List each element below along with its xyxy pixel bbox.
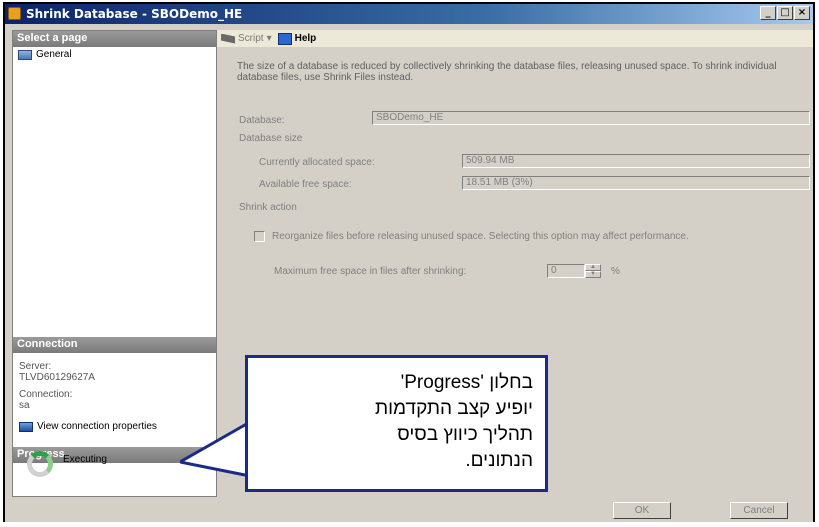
stepper-up-icon[interactable]: ▲ bbox=[585, 264, 601, 271]
connection-value: sa bbox=[19, 400, 30, 411]
help-button[interactable]: Help bbox=[277, 32, 317, 45]
allocated-space-label: Currently allocated space: bbox=[259, 157, 375, 168]
max-free-space-stepper[interactable]: 0 ▲ ▼ bbox=[547, 264, 601, 278]
max-free-space-label: Maximum free space in files after shrink… bbox=[274, 266, 467, 277]
progress-status-label: Executing bbox=[63, 453, 107, 465]
script-button[interactable]: Script ▾ bbox=[221, 33, 272, 44]
percent-label: % bbox=[611, 266, 620, 277]
allocated-space-field: 509.94 MB bbox=[462, 154, 810, 168]
shrink-action-label: Shrink action bbox=[239, 202, 297, 213]
page-item-label: General bbox=[36, 49, 72, 60]
view-connection-label: View connection properties bbox=[37, 421, 157, 432]
window-title: Shrink Database - SBODemo_HE bbox=[26, 7, 243, 21]
script-icon bbox=[221, 33, 235, 44]
general-page-icon bbox=[18, 49, 32, 60]
toolbar: Script ▾ Help bbox=[217, 30, 813, 47]
callout-pointer-shape bbox=[180, 420, 252, 478]
progress-status: Executing bbox=[27, 451, 107, 477]
database-label: Database: bbox=[239, 115, 285, 126]
connection-header: Connection bbox=[13, 337, 216, 353]
reorganize-checkbox[interactable] bbox=[254, 231, 265, 242]
max-free-space-value[interactable]: 0 bbox=[547, 264, 585, 278]
app-icon bbox=[8, 7, 21, 20]
maximize-button[interactable]: □ bbox=[777, 6, 793, 20]
database-field: SBODemo_HE bbox=[372, 111, 810, 125]
button-bar: OK Cancel bbox=[5, 498, 813, 522]
progress-spinner-icon bbox=[27, 451, 53, 477]
callout-pointer bbox=[180, 420, 252, 478]
cancel-button[interactable]: Cancel bbox=[730, 502, 788, 519]
script-label: Script bbox=[238, 33, 264, 44]
reorganize-label: Reorganize files before releasing unused… bbox=[272, 231, 689, 242]
server-value: TLVD60129627A bbox=[19, 372, 95, 383]
connection-properties-icon bbox=[19, 421, 33, 432]
callout-text: בחלון 'Progress' יופיע קצב התקדמות תהליך… bbox=[374, 372, 533, 471]
stepper-down-icon[interactable]: ▼ bbox=[585, 271, 601, 278]
free-space-field: 18.51 MB (3%) bbox=[462, 176, 810, 190]
ok-button[interactable]: OK bbox=[613, 502, 671, 519]
help-label: Help bbox=[294, 33, 317, 44]
close-button[interactable]: × bbox=[794, 6, 810, 20]
connection-label: Connection: bbox=[19, 389, 73, 400]
select-page-header: Select a page bbox=[13, 31, 216, 47]
free-space-label: Available free space: bbox=[259, 179, 352, 190]
page-item-general[interactable]: General bbox=[18, 49, 72, 60]
chevron-down-icon: ▾ bbox=[266, 33, 272, 44]
minimize-button[interactable]: _ bbox=[760, 6, 776, 20]
description-text: The size of a database is reduced by col… bbox=[237, 61, 777, 83]
annotation-callout: בחלון 'Progress' יופיע קצב התקדמות תהליך… bbox=[245, 355, 548, 492]
server-label: Server: bbox=[19, 361, 52, 372]
title-bar[interactable]: Shrink Database - SBODemo_HE _ □ × bbox=[5, 4, 813, 24]
database-size-label: Database size bbox=[239, 133, 303, 144]
help-icon bbox=[277, 32, 292, 45]
